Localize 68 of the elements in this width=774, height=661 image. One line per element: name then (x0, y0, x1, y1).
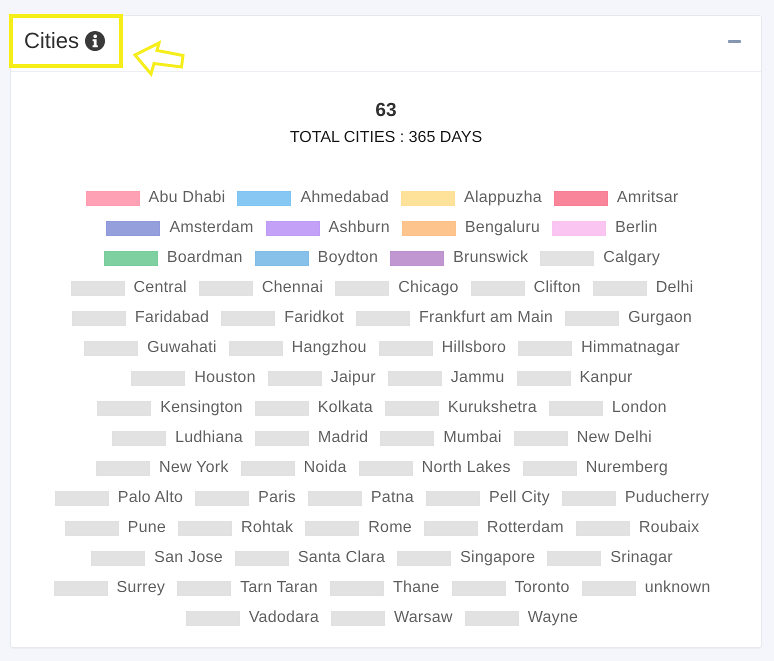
legend-label[interactable]: Alappuzha (464, 188, 542, 208)
legend-label[interactable]: Gurgaon (628, 308, 692, 328)
legend-label[interactable]: Kensington (160, 398, 243, 418)
legend-label[interactable]: Kurukshetra (448, 398, 537, 418)
card-title: Cities (24, 30, 80, 52)
legend-label[interactable]: Hangzhou (292, 338, 367, 358)
info-icon[interactable] (85, 31, 106, 51)
legend-label[interactable]: Frankfurt am Main (419, 308, 554, 328)
legend-label[interactable]: Roubaix (638, 518, 700, 538)
legend-label[interactable]: Amritsar (616, 188, 678, 208)
legend-label[interactable]: Surrey (116, 578, 166, 598)
legend-label[interactable]: Chennai (262, 278, 324, 298)
legend-label[interactable]: Clifton (534, 278, 581, 298)
legend-label[interactable]: New York (159, 458, 229, 478)
legend-label[interactable]: Patna (370, 488, 414, 508)
legend-label[interactable]: Ahmedabad (300, 188, 390, 208)
legend-label[interactable]: Pell City (488, 488, 550, 508)
legend-label[interactable]: San Jose (154, 548, 223, 568)
legend-label[interactable]: Bengaluru (464, 218, 540, 238)
legend-label[interactable]: Ashburn (328, 218, 390, 238)
legend-label[interactable]: Boydton (318, 248, 378, 268)
legend-label[interactable]: London (612, 398, 667, 418)
legend-label[interactable]: Ludhiana (175, 428, 243, 448)
legend-label[interactable]: unknown (644, 578, 710, 598)
legend-label[interactable]: Houston (194, 368, 256, 388)
legend-label[interactable]: Jaipur (330, 368, 376, 388)
legend-label[interactable]: Brunswick (453, 248, 528, 268)
legend-label[interactable]: Rohtak (241, 518, 294, 538)
legend-label[interactable]: Amsterdam (169, 218, 254, 238)
legend-label[interactable]: Santa Clara (298, 548, 386, 568)
legend-label[interactable]: Mumbai (443, 428, 502, 448)
legend-label[interactable]: Kanpur (580, 368, 633, 388)
legend-label[interactable]: Wayne (528, 608, 578, 628)
legend-label[interactable]: Paris (258, 488, 296, 508)
legend-label[interactable]: Calgary (603, 248, 660, 268)
legend-label[interactable]: Rome (368, 518, 412, 538)
legend-label[interactable]: Srinagar (610, 548, 673, 568)
legend-label[interactable]: Tarn Taran (240, 578, 318, 598)
legend-label[interactable]: Singapore (460, 548, 536, 568)
legend-label[interactable]: Vadodara (248, 608, 320, 628)
legend-label[interactable]: Noida (304, 458, 347, 478)
legend-label[interactable]: Delhi (656, 278, 694, 298)
legend-label[interactable]: Palo Alto (118, 488, 184, 508)
legend-label[interactable]: Nuremberg (586, 458, 668, 478)
legend-label[interactable]: Toronto (514, 578, 570, 598)
summary-caption: TOTAL CITIES : 365 DAYS (290, 128, 482, 148)
legend-label[interactable]: Pune (128, 518, 166, 538)
legend-label[interactable]: Madrid (318, 428, 368, 448)
legend-label[interactable]: Berlin (615, 218, 658, 238)
legend-label[interactable]: Warsaw (394, 608, 453, 628)
legend-label[interactable]: Faridkot (284, 308, 344, 328)
legend-label[interactable]: North Lakes (422, 458, 511, 478)
legend-label[interactable]: Puducherry (624, 488, 710, 508)
legend-label[interactable]: Rotterdam (486, 518, 564, 538)
legend-label[interactable]: Chicago (398, 278, 459, 298)
legend-label[interactable]: Kolkata (318, 398, 373, 418)
legend-label[interactable]: Guwahati (147, 338, 217, 358)
legend-label[interactable]: Himmatnagar (581, 338, 680, 358)
legend-label[interactable]: Thane (392, 578, 440, 598)
arrow-icon (133, 40, 186, 77)
legend-label[interactable]: Central (134, 278, 187, 298)
legend-label[interactable]: Faridabad (134, 308, 210, 328)
legend-label[interactable]: Boardman (166, 248, 243, 268)
total-count: 63 (375, 99, 397, 123)
legend-label[interactable]: Jammu (450, 368, 504, 388)
legend-label[interactable]: Abu Dhabi (148, 188, 226, 208)
legend-label[interactable]: Hillsboro (442, 338, 506, 358)
legend-label[interactable]: New Delhi (576, 428, 652, 448)
